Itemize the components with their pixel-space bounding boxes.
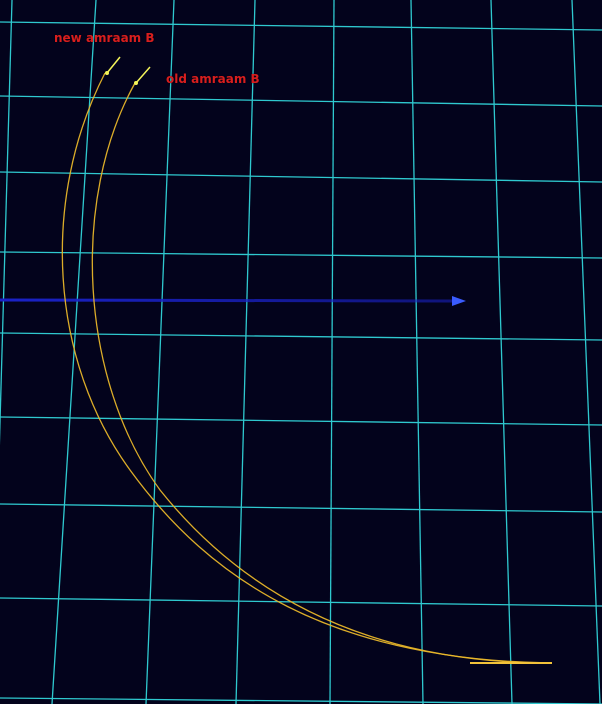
target-track	[0, 296, 466, 306]
target-track-line	[0, 298, 453, 303]
scene-viewport	[0, 0, 602, 704]
grid-line-horizontal	[0, 597, 602, 607]
target-arrow-icon	[452, 296, 466, 306]
grid-line-horizontal	[0, 171, 602, 183]
grid-line-vertical	[410, 0, 424, 704]
missile-icon	[105, 56, 121, 75]
grid-line-vertical	[235, 0, 256, 704]
grid-line-vertical	[329, 0, 335, 704]
grid-line-horizontal	[0, 251, 602, 259]
grid-line-vertical	[145, 0, 175, 704]
missile-markers	[105, 56, 151, 85]
grid-line-horizontal	[0, 503, 602, 513]
missile-icon	[134, 66, 151, 85]
grid-line-horizontal	[0, 416, 602, 426]
grid-line-horizontal	[0, 21, 602, 31]
missile-label-new-amraam: new amraam B	[54, 31, 155, 45]
missile-label-old-amraam: old amraam B	[166, 72, 260, 86]
grid-line-horizontal	[0, 332, 602, 341]
missile-trail-new	[61, 72, 553, 664]
grid-line-vertical	[490, 0, 513, 704]
missile-trails	[61, 72, 553, 664]
